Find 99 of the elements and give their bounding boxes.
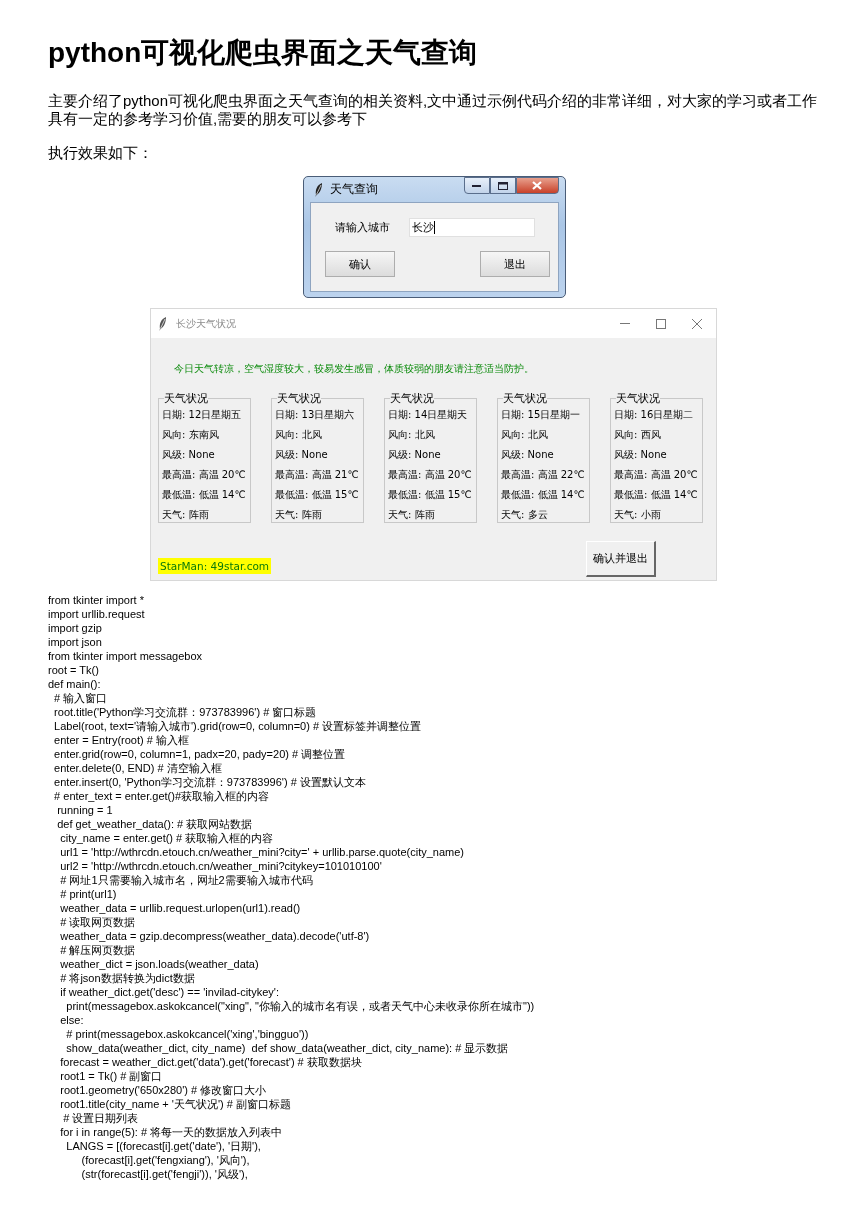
card-row-text: 最低温: 低温 15℃ xyxy=(388,488,473,502)
code-line: LANGS = [(forecast[i].get('date'), '日期'), xyxy=(65,1139,262,1153)
code-line: import urllib.request xyxy=(48,607,146,621)
code-line: url1 = 'http://wthrcdn.etouch.cn/weather_mini?city=' + urllib.parse.quote(city_name) xyxy=(59,845,465,859)
maximize-button[interactable] xyxy=(489,177,516,194)
code-line: weather_data = gzip.decompress(weather_data).decode('utf-8') xyxy=(59,929,371,943)
text-cursor xyxy=(433,220,435,234)
code-line: # print(url1) xyxy=(59,887,118,901)
code-line: (forecast[i].get('fengxiang'), '风向'), xyxy=(80,1153,251,1167)
card-row-text: 风向: 北风 xyxy=(275,428,323,442)
code-line: def main(): xyxy=(48,677,102,691)
code-line: print(messagebox.askokcancel("xing", "你输入的城市名有误，或者天气中心未收录你所在城市")) xyxy=(65,999,536,1013)
city-input[interactable]: 长沙 xyxy=(408,217,535,237)
card-heading: 天气状况 xyxy=(277,392,321,404)
code-line: from tkinter import messagebox xyxy=(48,649,204,663)
maximize-icon xyxy=(497,181,508,190)
code-line: root1.title(city_name + '天气状况') # 副窗口标题 xyxy=(59,1097,292,1111)
card-row-text: 天气: 多云 xyxy=(501,508,549,522)
card-row-text: 风向: 西风 xyxy=(614,428,662,442)
card-row-text: 日期: 13日星期六 xyxy=(275,408,356,422)
code-line: # 解压网页数据 xyxy=(59,943,137,957)
card-heading: 天气状况 xyxy=(164,392,208,404)
card-row-text: 风级: None xyxy=(614,448,668,462)
card-heading: 天气状况 xyxy=(390,392,434,404)
quit-button[interactable]: 退出 xyxy=(479,251,550,277)
code-line: weather_data = urllib.request.urlopen(url1).read() xyxy=(59,901,302,915)
code-line: url2 = 'http://wthrcdn.etouch.cn/weather_mini?citykey=101010100' xyxy=(59,859,383,873)
card-row-text: 风向: 北风 xyxy=(388,428,436,442)
feather-icon xyxy=(313,182,324,197)
maximize-icon[interactable] xyxy=(656,318,666,329)
card-row-text: 日期: 12日星期五 xyxy=(162,408,243,422)
close-icon xyxy=(532,181,542,190)
code-line: def get_weather_data(): # 获取网站数据 xyxy=(56,817,254,831)
code-line: enter.delete(0, END) # 清空输入框 xyxy=(53,761,223,775)
code-line: # print(messagebox.askokcancel('xing','bingguo')) xyxy=(65,1027,310,1041)
card-row-text: 最低温: 低温 14℃ xyxy=(501,488,586,502)
card-row-text: 风级: None xyxy=(275,448,329,462)
card-row-text: 最高温: 高温 22℃ xyxy=(501,468,586,482)
footer-label: StarMan: 49star.com xyxy=(158,558,272,574)
code-line: # 输入窗口 xyxy=(53,691,109,705)
code-line: root1 = Tk() # 副窗口 xyxy=(59,1069,164,1083)
card-row-text: 日期: 16日星期二 xyxy=(614,408,695,422)
code-line: weather_dict = json.loads(weather_data) xyxy=(59,957,260,971)
code-line: city_name = enter.get() # 获取输入框的内容 xyxy=(59,831,275,845)
card-row-text: 天气: 小雨 xyxy=(614,508,662,522)
code-line: running = 1 xyxy=(56,803,114,817)
card-row-text: 天气: 阵雨 xyxy=(162,508,210,522)
code-line: enter.insert(0, 'Python学习交流群：973783996') # 设置默认文本 xyxy=(53,775,367,789)
card-row-text: 最高温: 高温 20℃ xyxy=(162,468,247,482)
code-line: # 读取网页数据 xyxy=(59,915,137,929)
card-row-text: 风向: 东南风 xyxy=(162,428,220,442)
card-row-text: 天气: 阵雨 xyxy=(275,508,323,522)
card-row-text: 风向: 北风 xyxy=(501,428,549,442)
close-button[interactable] xyxy=(515,177,559,194)
code-line: forecast = weather_dict.get('data').get('forecast') # 获取数据块 xyxy=(59,1055,363,1069)
code-line: enter = Entry(root) # 输入框 xyxy=(53,733,190,747)
code-line: import json xyxy=(48,635,103,649)
code-line: import gzip xyxy=(48,621,103,635)
card-row-text: 最低温: 低温 14℃ xyxy=(614,488,699,502)
code-line: if weather_dict.get('desc') == 'invilad-citykey': xyxy=(59,985,280,999)
code-line: # 网址1只需要输入城市名，网址2需要输入城市代码 xyxy=(59,873,314,887)
card-row-text: 风级: None xyxy=(501,448,555,462)
confirm-exit-button[interactable]: 确认并退出 xyxy=(586,541,656,577)
code-line: # enter_text = enter.get()#获取输入框的内容 xyxy=(53,789,270,803)
card-row-text: 最高温: 高温 20℃ xyxy=(614,468,699,482)
confirm-button[interactable]: 确认 xyxy=(324,251,395,277)
code-line: Label(root, text='请输入城市').grid(row=0, column=0) # 设置标签并调整位置 xyxy=(53,719,423,733)
card-row-text: 最高温: 高温 21℃ xyxy=(275,468,360,482)
code-line: for i in range(5): # 将每一天的数据放入列表中 xyxy=(59,1125,284,1139)
card-row-text: 日期: 14日星期天 xyxy=(388,408,469,422)
minimize-button[interactable] xyxy=(463,177,490,194)
code-line: from tkinter import * xyxy=(48,593,145,607)
card-heading: 天气状况 xyxy=(503,392,547,404)
code-line: root = Tk() xyxy=(48,663,100,677)
feather-icon xyxy=(158,316,168,331)
code-line: show_data(weather_dict, city_name) def show_data(weather_dict, city_name): # 显示数据 xyxy=(65,1041,510,1055)
field-label: 请输入城市 xyxy=(333,219,391,235)
code-line: # 设置日期列表 xyxy=(62,1111,140,1125)
window-title: 长沙天气状况 xyxy=(176,316,237,331)
card-row-text: 风级: None xyxy=(162,448,216,462)
weather-notice: 今日天气转凉，空气湿度较大，较易发生感冒，体质较弱的朋友请注意适当防护。 xyxy=(174,362,535,376)
window-title: 天气查询 xyxy=(329,181,379,198)
code-line: enter.grid(row=0, column=1, padx=20, pady=20) # 调整位置 xyxy=(53,747,347,761)
card-row-text: 天气: 阵雨 xyxy=(388,508,436,522)
close-icon[interactable] xyxy=(692,318,702,329)
code-line: root1.geometry('650x280') # 修改窗口大小 xyxy=(59,1083,268,1097)
code-line: (str(forecast[i].get('fengji')), '风级'), xyxy=(80,1167,249,1181)
card-row-text: 最低温: 低温 15℃ xyxy=(275,488,360,502)
code-line: # 将json数据转换为dict数据 xyxy=(59,971,196,985)
card-row-text: 日期: 15日星期一 xyxy=(501,408,582,422)
card-row-text: 最低温: 低温 14℃ xyxy=(162,488,247,502)
article-summary: 主要介绍了python可视化爬虫界面之天气查询的相关资料,文中通过示例代码介绍的非常详细，对大家的学习或者工作具有一定的参考学习价值,需要的朋友可以参考下 xyxy=(48,92,819,128)
article-title: python可视化爬虫界面之天气查询 xyxy=(48,36,479,70)
card-row-text: 最高温: 高温 20℃ xyxy=(388,468,473,482)
code-line: root.title('Python学习交流群：973783996') # 窗口标题 xyxy=(53,705,318,719)
card-row-text: 风级: None xyxy=(388,448,442,462)
intro-text: 执行效果如下： xyxy=(48,144,154,162)
code-line: else: xyxy=(59,1013,85,1027)
card-heading: 天气状况 xyxy=(616,392,660,404)
